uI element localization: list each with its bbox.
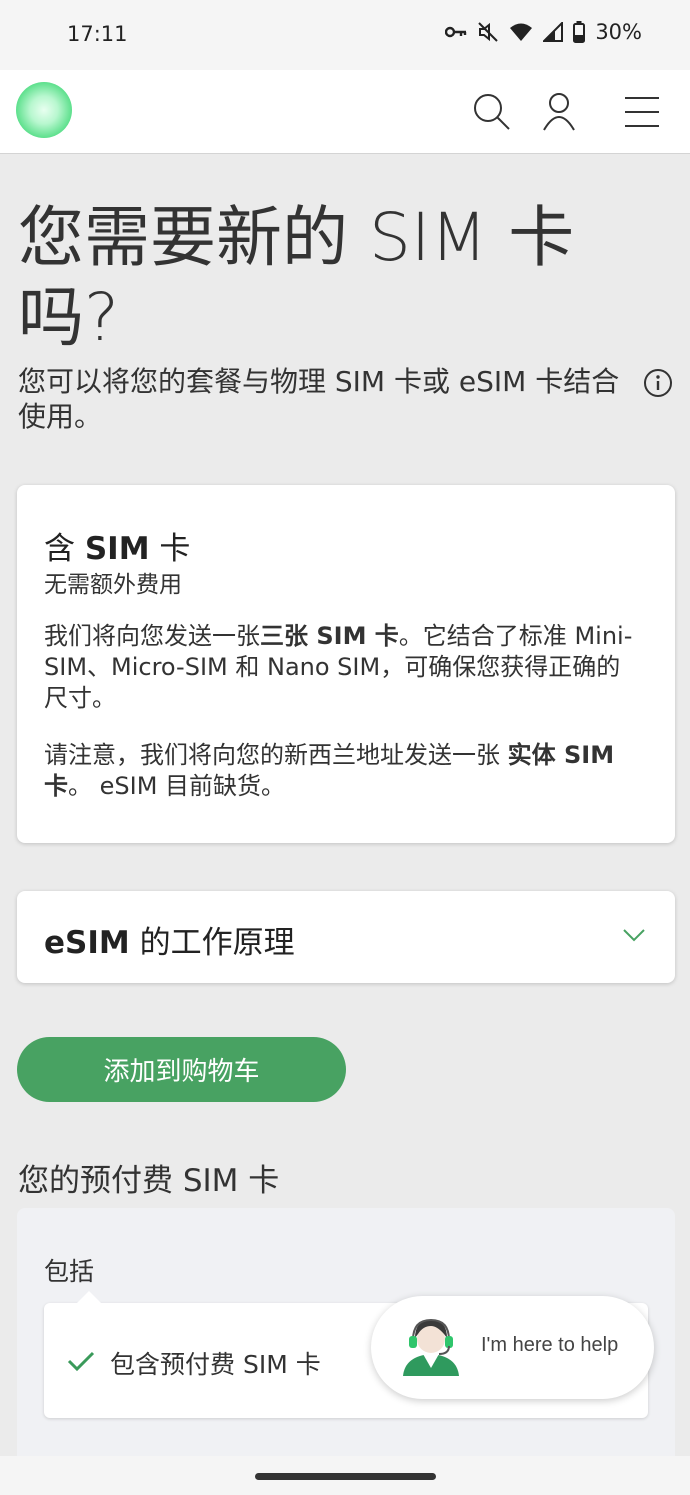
prepaid-section-heading: 您的预付费 SIM 卡 xyxy=(18,1163,280,1199)
sim-notice-text-a: 请注意，我们将向您的新西兰地址发送一张 xyxy=(44,741,508,769)
sim-card-notice: 请注意，我们将向您的新西兰地址发送一张 实体 SIM 卡。 eSIM 目前缺货。 xyxy=(44,740,644,802)
support-agent-icon xyxy=(397,1312,465,1380)
status-bar: 17:11 30% xyxy=(0,0,690,70)
esim-accordion-title-bold: eSIM xyxy=(44,925,130,961)
sim-card-title-prefix: 含 xyxy=(44,531,85,567)
sim-option-card[interactable]: 含 SIM 卡 无需额外费用 我们将向您发送一张三张 SIM 卡。它结合了标准 … xyxy=(17,485,675,843)
status-icons: 30% xyxy=(445,20,642,44)
esim-accordion-title: eSIM 的工作原理 xyxy=(44,917,295,962)
esim-accordion-title-rest: 的工作原理 xyxy=(129,925,295,961)
help-chat-label: I'm here to help xyxy=(481,1334,619,1356)
includes-label: 包括 xyxy=(44,1257,95,1286)
battery-icon xyxy=(573,21,586,43)
page-subtitle: 您可以将您的套餐与物理 SIM 卡或 eSIM 卡结合使用。 xyxy=(18,365,620,433)
sim-notice-text-b: 。 eSIM 目前缺货。 xyxy=(68,772,286,800)
sim-desc-text-a: 我们将向您发送一张 xyxy=(44,622,260,650)
includes-caret xyxy=(76,1291,102,1304)
help-chat-button[interactable]: I'm here to help xyxy=(371,1296,654,1399)
menu-icon[interactable] xyxy=(620,90,664,134)
page-title: 您需要新的 SIM 卡吗? xyxy=(18,199,575,356)
gesture-bar xyxy=(0,1456,690,1495)
esim-accordion[interactable]: eSIM 的工作原理 xyxy=(17,891,675,983)
site-header xyxy=(0,70,690,154)
signal-icon xyxy=(543,22,564,42)
sim-card-title-bold: SIM xyxy=(84,531,150,567)
check-icon xyxy=(66,1349,96,1373)
chevron-down-icon[interactable] xyxy=(621,925,647,945)
account-icon[interactable] xyxy=(537,90,581,134)
logo-icon[interactable] xyxy=(16,82,72,138)
add-to-cart-button[interactable]: 添加到购物车 xyxy=(17,1037,346,1102)
info-icon[interactable] xyxy=(643,368,673,398)
search-icon[interactable] xyxy=(470,90,514,134)
mute-icon xyxy=(477,21,499,43)
status-time: 17:11 xyxy=(67,22,128,46)
sim-desc-bold: 三张 SIM 卡 xyxy=(260,622,399,650)
battery-percent: 30% xyxy=(595,20,642,44)
list-item: 包含预付费 SIM 卡 xyxy=(110,1350,321,1379)
sim-card-subtitle: 无需额外费用 xyxy=(44,572,182,598)
sim-card-title-suffix: 卡 xyxy=(149,531,191,567)
home-indicator[interactable] xyxy=(255,1473,436,1480)
sim-card-description: 我们将向您发送一张三张 SIM 卡。它结合了标准 Mini-SIM、Micro-… xyxy=(44,621,644,714)
key-icon xyxy=(445,25,467,39)
sim-card-title: 含 SIM 卡 xyxy=(44,523,190,568)
wifi-icon xyxy=(509,22,533,42)
